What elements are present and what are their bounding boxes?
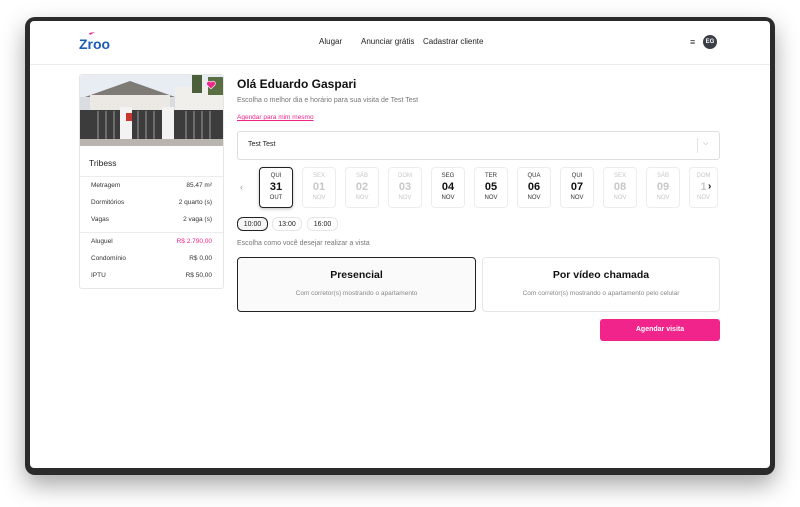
date-weekday: SEX <box>312 173 325 179</box>
time-slot-10[interactable]: 10:00 <box>237 217 268 231</box>
date-day: 1 <box>700 181 707 193</box>
date-weekday: QUI <box>270 173 282 179</box>
date-month: NOV <box>441 195 455 201</box>
detail-label: Metragem <box>91 182 121 189</box>
date-item[interactable]: QUI 31 OUT <box>259 167 293 208</box>
arrow-right-icon[interactable]: › <box>708 181 711 192</box>
date-weekday: TER <box>485 173 497 179</box>
schedule-self-link[interactable]: Agendar para mim mesmo <box>237 114 314 121</box>
date-weekday: QUA <box>527 173 541 179</box>
logo-text: Zroo <box>79 36 110 52</box>
date-item[interactable]: QUI 07 NOV <box>560 167 594 208</box>
date-month: NOV <box>312 195 326 201</box>
visit-option-title: Presencial <box>330 269 383 281</box>
nav-alugar[interactable]: Alugar <box>319 37 342 46</box>
date-item[interactable]: QUA 06 NOV <box>517 167 551 208</box>
visit-option-desc: Com corretor(s) mostrando o apartamento <box>295 290 418 297</box>
chevron-down-icon[interactable]: ⌵ <box>703 140 708 148</box>
greeting-title: Olá Eduardo Gaspari <box>237 77 357 91</box>
date-day: 05 <box>484 181 498 193</box>
divider <box>80 176 223 177</box>
date-weekday: SEX <box>613 173 626 179</box>
date-item[interactable]: SÁB 02 NOV <box>345 167 379 208</box>
cost-label: Condomínio <box>91 255 127 262</box>
date-day: 08 <box>613 181 627 193</box>
arrow-left-icon[interactable]: ‹ <box>240 182 243 192</box>
date-weekday: SÁB <box>355 173 368 179</box>
date-weekday: DOM <box>398 173 412 179</box>
date-item[interactable]: SEX 01 NOV <box>302 167 336 208</box>
visit-type-prompt: Escolha como você desejar realizar a vis… <box>237 240 370 247</box>
date-day: 04 <box>441 181 455 193</box>
date-weekday: DOM <box>696 173 711 179</box>
date-item[interactable]: SEG 04 NOV <box>431 167 465 208</box>
date-weekday: SÁB <box>656 173 669 179</box>
detail-row-vagas: Vagas 2 vaga (s) <box>91 216 212 223</box>
time-slot-16[interactable]: 16:00 <box>307 217 338 231</box>
date-item[interactable]: SÁB 09 NOV <box>646 167 680 208</box>
visit-option-title: Por vídeo chamada <box>552 269 650 281</box>
date-month: NOV <box>527 195 541 201</box>
date-day: 03 <box>398 181 412 193</box>
date-month: NOV <box>656 195 670 201</box>
date-day: 01 <box>312 181 326 193</box>
date-month: NOV <box>398 195 412 201</box>
detail-value: 85.47 m² <box>186 182 212 189</box>
property-name: Tribess <box>89 158 117 168</box>
date-month: OUT <box>269 195 283 201</box>
date-day: 09 <box>656 181 670 193</box>
cost-value: R$ 2.790,00 <box>176 238 212 245</box>
date-month: NOV <box>696 195 710 201</box>
menu-icon[interactable]: ≡ <box>690 37 695 47</box>
cost-label: IPTU <box>91 272 106 279</box>
greeting-subtitle: Escolha o melhor dia e horário para sua … <box>237 97 419 104</box>
date-item[interactable]: DOM 03 NOV <box>388 167 422 208</box>
cost-value: R$ 50,00 <box>185 272 212 279</box>
date-month: NOV <box>613 195 627 201</box>
time-slot-13[interactable]: 13:00 <box>272 217 302 231</box>
detail-label: Dormitórios <box>91 199 125 206</box>
top-header: Zroo Alugar Anunciar grátis Cadastrar cl… <box>30 21 770 65</box>
heart-icon[interactable] <box>206 80 216 90</box>
person-select-value: Test Test <box>248 141 276 148</box>
cost-label: Aluguel <box>91 238 113 245</box>
detail-value: 2 quarto (s) <box>178 199 212 206</box>
date-weekday: SEG <box>441 173 455 179</box>
date-day: 07 <box>570 181 584 193</box>
date-day: 31 <box>269 181 283 193</box>
cost-row-aluguel: Aluguel R$ 2.790,00 <box>91 238 212 245</box>
schedule-visit-button[interactable]: Agendar visita <box>600 319 720 341</box>
cost-row-condominio: Condomínio R$ 0,00 <box>91 255 212 262</box>
nav-anunciar-gratis[interactable]: Anunciar grátis <box>361 37 414 46</box>
select-separator <box>697 138 698 153</box>
zroo-logo[interactable]: Zroo <box>79 30 113 54</box>
date-item[interactable]: SEX 08 NOV <box>603 167 637 208</box>
nav-cadastrar-cliente[interactable]: Cadastrar cliente <box>423 37 483 46</box>
app-screen: Zroo Alugar Anunciar grátis Cadastrar cl… <box>30 21 770 468</box>
date-month: NOV <box>570 195 584 201</box>
property-photo <box>80 75 223 146</box>
detail-row-dormitorios: Dormitórios 2 quarto (s) <box>91 199 212 206</box>
cost-row-iptu: IPTU R$ 50,00 <box>91 272 212 279</box>
divider <box>80 232 223 233</box>
detail-value: 2 vaga (s) <box>183 216 212 223</box>
person-select[interactable]: Test Test ⌵ <box>237 131 720 160</box>
date-item[interactable]: TER 05 NOV <box>474 167 508 208</box>
property-card: Tribess Metragem 85.47 m² Dormitórios 2 … <box>79 74 224 289</box>
date-day: 02 <box>355 181 369 193</box>
detail-label: Vagas <box>91 216 109 223</box>
date-month: NOV <box>484 195 498 201</box>
cost-value: R$ 0,00 <box>189 255 212 262</box>
detail-row-metragem: Metragem 85.47 m² <box>91 182 212 189</box>
date-weekday: QUI <box>571 173 583 179</box>
visit-option-video[interactable]: Por vídeo chamada Com corretor(s) mostra… <box>482 257 720 312</box>
visit-option-presencial[interactable]: Presencial Com corretor(s) mostrando o a… <box>237 257 476 312</box>
avatar[interactable]: EG <box>703 35 717 49</box>
visit-option-desc: Com corretor(s) mostrando o apartamento … <box>522 290 680 297</box>
date-month: NOV <box>355 195 369 201</box>
date-item[interactable]: DOM 1 NOV <box>689 167 718 208</box>
date-day: 06 <box>527 181 541 193</box>
